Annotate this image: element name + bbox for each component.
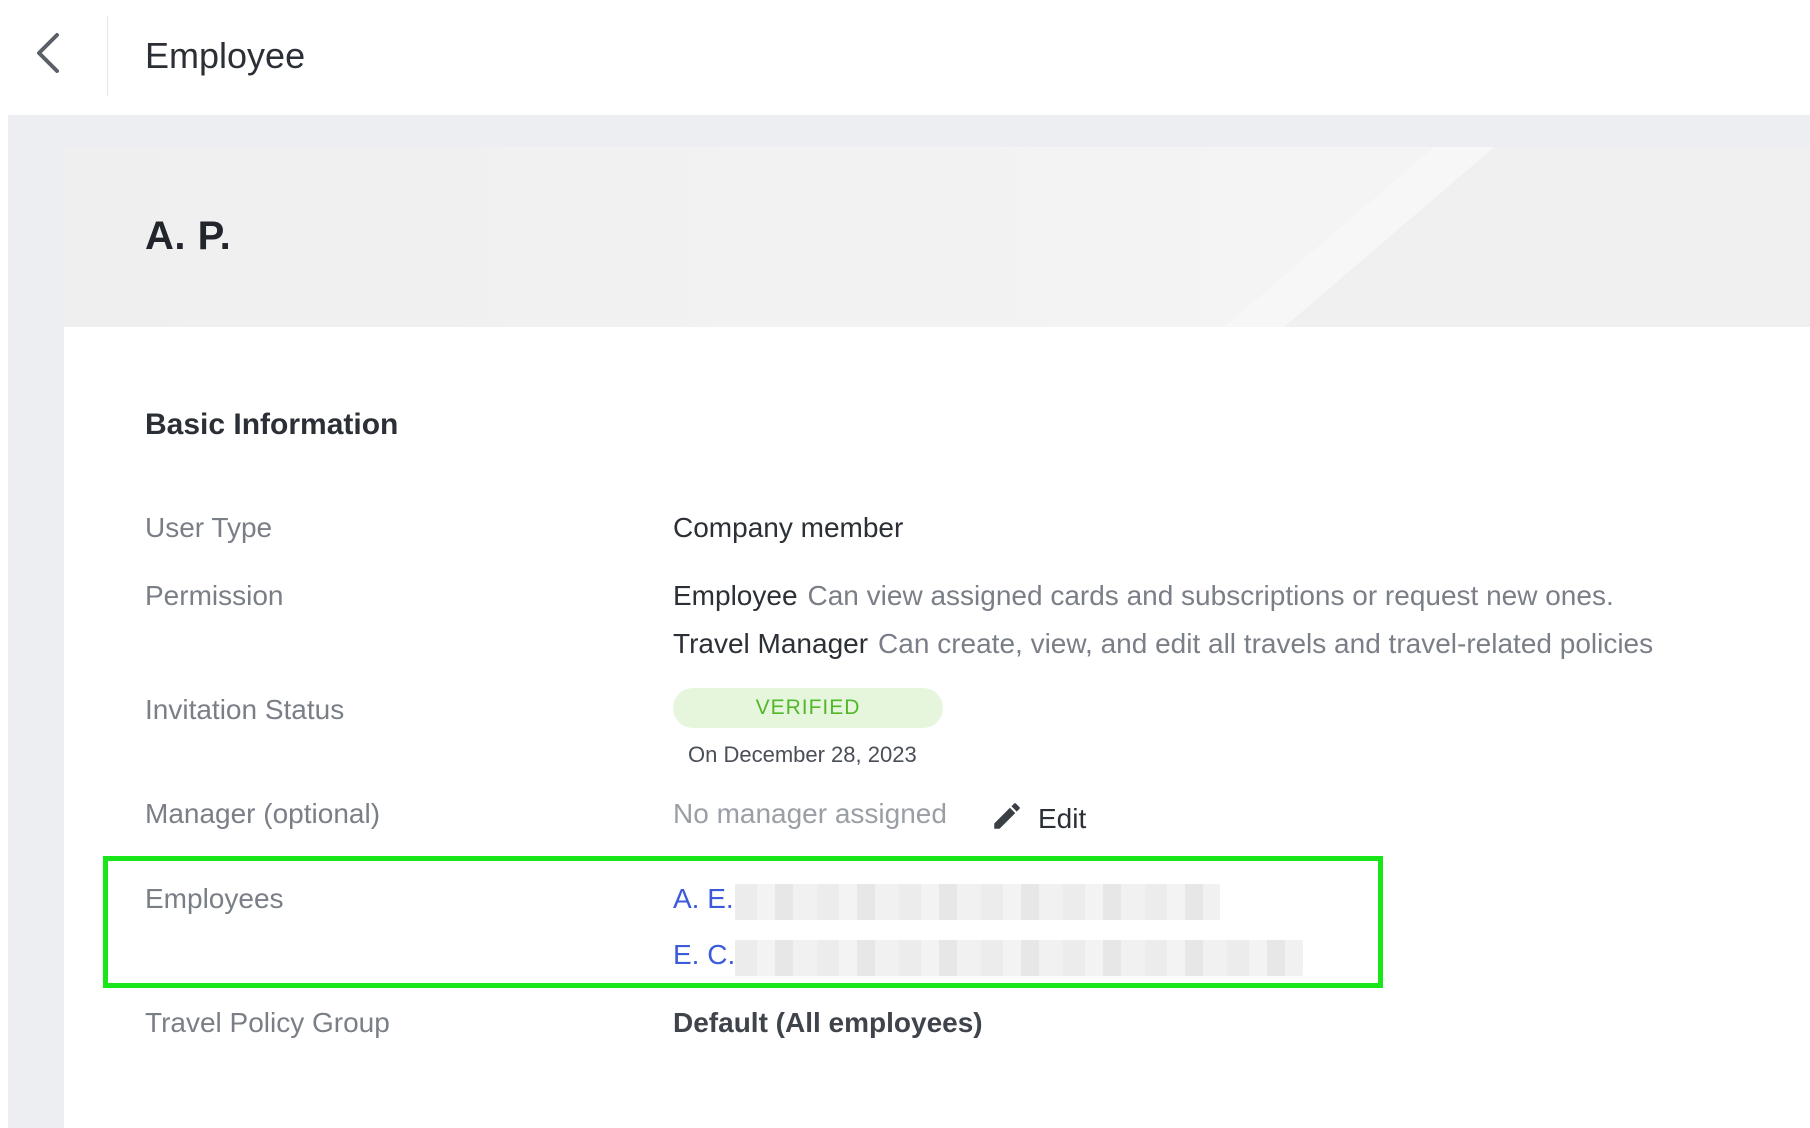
verified-status-badge: VERIFIED [673, 688, 943, 728]
employee-name: A. P. [145, 214, 232, 258]
travel-policy-group-label: Travel Policy Group [145, 1007, 390, 1038]
section-title-basic-information: Basic Information [145, 408, 399, 441]
employee-link[interactable]: A. E. [673, 883, 734, 915]
employees-label: Employees [145, 883, 284, 914]
user-type-label: User Type [145, 512, 273, 543]
redacted-text [735, 884, 1220, 920]
chevron-left-icon [33, 31, 63, 80]
permission-role: Employee [673, 580, 798, 611]
top-bar: Employee [0, 0, 1810, 115]
employee-link[interactable]: E. C. [673, 939, 735, 971]
travel-policy-group-value: Default (All employees) [673, 1007, 983, 1038]
permission-item: Travel Manager Can create, view, and edit… [673, 628, 1653, 660]
redacted-text [735, 940, 1303, 976]
card-header: A. P. [64, 147, 1810, 327]
header-decoration [1224, 147, 1810, 327]
permission-description: Can view assigned cards and subscription… [807, 580, 1614, 611]
pencil-icon [990, 799, 1024, 840]
manager-value: No manager assigned [673, 798, 947, 829]
edit-label: Edit [1038, 803, 1087, 834]
invitation-status-label: Invitation Status [145, 694, 345, 725]
top-bar-divider [107, 16, 108, 96]
permission-label: Permission [145, 580, 284, 611]
page-title: Employee [145, 35, 306, 76]
user-type-value: Company member [673, 512, 904, 543]
back-button[interactable] [20, 25, 76, 85]
edit-manager-button[interactable]: Edit [990, 799, 1086, 839]
permission-description: Can create, view, and edit all travels a… [878, 628, 1654, 659]
permission-item: Employee Can view assigned cards and subs… [673, 580, 1614, 612]
manager-label: Manager (optional) [145, 798, 381, 829]
permission-role: Travel Manager [673, 628, 869, 659]
verified-date: On December 28, 2023 [688, 742, 917, 767]
